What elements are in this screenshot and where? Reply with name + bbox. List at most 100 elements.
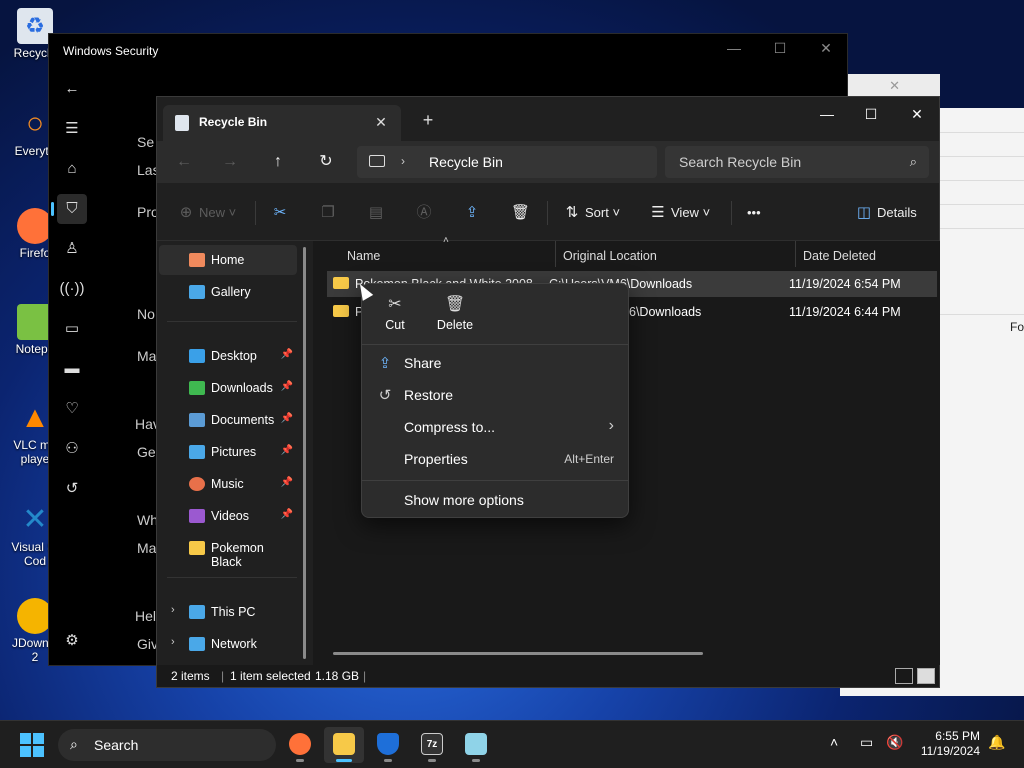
taskbar-app-firefox[interactable] <box>280 727 320 763</box>
refresh-icon[interactable]: ↻ <box>311 148 341 176</box>
address-bar[interactable]: › Recycle Bin <box>357 146 657 178</box>
taskbar-app-windows-security[interactable] <box>368 727 408 763</box>
shield-icon[interactable]: ⛉ <box>51 194 87 224</box>
column-header-date[interactable]: Date Deleted <box>803 249 876 263</box>
sidebar-item-pokemon-black[interactable]: Pokemon Black <box>159 533 297 569</box>
close-button[interactable]: ✕ <box>895 101 939 127</box>
cut-icon: ✂ <box>273 204 287 221</box>
sidebar-item-videos[interactable]: Videos 📌 <box>159 501 297 531</box>
context-cut-button[interactable]: ✂ Cut <box>370 294 420 332</box>
music-icon <box>189 477 205 491</box>
menu-item-compress[interactable]: Compress to... › <box>366 412 624 442</box>
details-view-icon[interactable] <box>895 668 913 684</box>
horizontal-scrollbar[interactable] <box>333 652 703 655</box>
sort-button[interactable]: ⇅ Sort ˅ <box>563 202 620 224</box>
pin-icon[interactable]: 📌 <box>281 349 293 360</box>
sidebar-item-home[interactable]: Home <box>159 245 297 275</box>
menu-item-show-more-options[interactable]: Show more options <box>366 485 624 515</box>
account-icon[interactable]: ♙ <box>57 234 87 264</box>
close-button[interactable]: ✕ <box>813 40 839 60</box>
sidebar-item-gallery[interactable]: Gallery <box>159 277 297 307</box>
more-options-button[interactable]: ••• <box>747 202 761 224</box>
sidebar-item-network[interactable]: › Network <box>159 629 297 659</box>
family-icon[interactable]: ⚇ <box>57 434 87 464</box>
home-icon[interactable]: ⌂ <box>57 154 87 184</box>
breadcrumb[interactable]: Recycle Bin <box>429 154 503 170</box>
volume-muted-icon[interactable]: 🔇 <box>886 734 903 751</box>
back-arrow-icon[interactable]: ← <box>57 74 87 104</box>
app-browser-icon[interactable]: ▭ <box>57 314 87 344</box>
minimize-button[interactable]: — <box>805 101 849 127</box>
cut-button[interactable]: ✂ <box>271 202 293 224</box>
notification-bell-icon[interactable]: 🔔 <box>988 734 1005 751</box>
sidebar-item-music[interactable]: Music 📌 <box>159 469 297 499</box>
close-tab-icon[interactable]: ✕ <box>371 112 391 132</box>
menu-item-properties[interactable]: Properties Alt+Enter <box>366 444 624 474</box>
taskbar-app-7zip[interactable]: 7z <box>412 727 452 763</box>
sidebar-item-pictures[interactable]: Pictures 📌 <box>159 437 297 467</box>
windows-logo-icon <box>33 733 44 744</box>
column-divider[interactable] <box>795 241 796 267</box>
settings-gear-icon[interactable]: ⚙ <box>57 626 87 656</box>
chevron-up-icon[interactable]: ˄ <box>830 734 838 750</box>
sort-chevron-icon: ˄ <box>443 235 449 246</box>
delete-button[interactable]: 🗑 <box>511 202 533 224</box>
chevron-right-icon[interactable]: › <box>171 636 175 648</box>
network-icon <box>189 637 205 651</box>
sidebar-item-downloads[interactable]: Downloads 📌 <box>159 373 297 403</box>
device-security-icon[interactable]: ▬ <box>57 354 87 384</box>
view-button[interactable]: ☰ View ˅ <box>649 202 710 224</box>
column-header-location[interactable]: Original Location <box>563 249 657 263</box>
rename-button[interactable]: Ⓐ <box>415 202 437 224</box>
pin-icon[interactable]: 📌 <box>281 445 293 456</box>
column-header-name[interactable]: Name <box>347 249 380 263</box>
pin-icon[interactable]: 📌 <box>281 413 293 424</box>
firefox-icon <box>289 733 311 755</box>
menu-item-share[interactable]: ⇪ Share <box>366 348 624 378</box>
tiles-view-icon[interactable] <box>917 668 935 684</box>
tab-recycle-bin[interactable]: Recycle Bin ✕ <box>163 105 401 141</box>
clock[interactable]: 6:55 PM 11/19/2024 <box>921 729 980 759</box>
share-button[interactable]: ⇪ <box>463 202 485 224</box>
background-window-tab[interactable]: ✕ <box>848 74 940 98</box>
pin-icon[interactable]: 📌 <box>281 381 293 392</box>
up-arrow-icon[interactable]: ↑ <box>263 148 293 176</box>
forward-arrow-icon[interactable]: → <box>215 148 245 176</box>
divider <box>167 321 297 322</box>
search-input[interactable]: Search Recycle Bin ⌕ <box>665 146 929 178</box>
chevron-right-icon[interactable]: › <box>401 154 405 168</box>
chevron-right-icon[interactable]: › <box>171 604 175 616</box>
health-icon[interactable]: ♡ <box>57 394 87 424</box>
copy-button[interactable]: ❐ <box>319 202 341 224</box>
paste-button[interactable]: ▤ <box>367 202 389 224</box>
taskbar-app-notepad[interactable] <box>456 727 496 763</box>
column-divider[interactable] <box>555 241 556 267</box>
menu-item-restore[interactable]: ↺ Restore <box>366 380 624 410</box>
pin-icon[interactable]: 📌 <box>281 509 293 520</box>
rename-icon: Ⓐ <box>416 204 432 221</box>
taskbar-app-file-explorer[interactable] <box>324 727 364 763</box>
scrollbar[interactable] <box>303 247 306 659</box>
close-icon[interactable]: ✕ <box>889 78 900 94</box>
taskbar-search[interactable]: ⌕ Search <box>58 729 276 761</box>
details-button[interactable]: ◫ Details <box>855 202 917 224</box>
sidebar-item-this-pc[interactable]: › This PC <box>159 597 297 627</box>
context-delete-button[interactable]: 🗑 Delete <box>430 294 480 332</box>
start-button[interactable] <box>20 733 44 757</box>
network-icon[interactable]: ▭ <box>860 734 873 751</box>
maximize-button[interactable]: ☐ <box>849 101 893 127</box>
history-icon[interactable]: ↺ <box>57 474 87 504</box>
new-tab-button[interactable]: + <box>415 109 441 133</box>
menu-icon[interactable]: ☰ <box>57 114 87 144</box>
back-arrow-icon[interactable]: ← <box>169 148 199 176</box>
download-icon <box>189 381 205 395</box>
network-icon[interactable]: ((·)) <box>57 274 87 304</box>
sidebar-item-documents[interactable]: Documents 📌 <box>159 405 297 435</box>
pin-icon[interactable]: 📌 <box>281 477 293 488</box>
new-button[interactable]: ⊕ New ˅ <box>177 202 237 224</box>
maximize-button[interactable]: ☐ <box>767 40 793 60</box>
sidebar-item-desktop[interactable]: Desktop 📌 <box>159 341 297 371</box>
context-menu: ✂ Cut 🗑 Delete ⇪ Share ↺ Restore Compres… <box>361 283 629 518</box>
minimize-button[interactable]: — <box>721 40 747 60</box>
divider: | <box>221 669 225 683</box>
